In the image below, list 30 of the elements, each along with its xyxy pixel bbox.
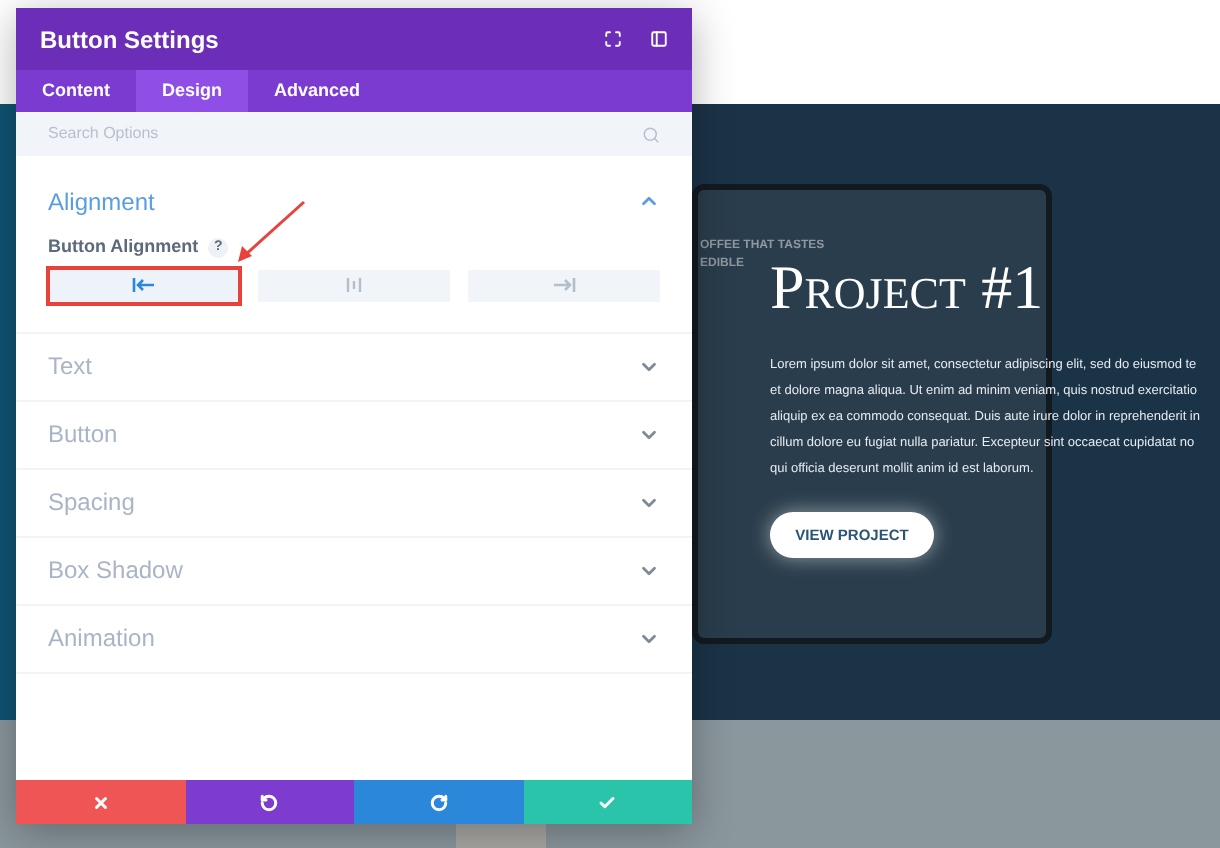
section-header[interactable]: Animation	[16, 605, 692, 671]
section-header[interactable]: Box Shadow	[16, 537, 692, 603]
field-label: Button Alignment	[48, 234, 199, 260]
save-button[interactable]	[523, 780, 692, 824]
search-field[interactable]: Search Options	[16, 112, 692, 156]
tab[interactable]: Design	[136, 70, 249, 112]
photo-placeholder	[456, 824, 546, 848]
align-right-icon	[552, 278, 576, 292]
section-header[interactable]: Button	[16, 401, 692, 467]
close-icon	[91, 793, 110, 811]
tab[interactable]: Content	[16, 70, 136, 112]
align-left-icon	[132, 278, 156, 292]
modal-title: Button Settings	[40, 23, 221, 57]
redo-icon	[429, 793, 448, 811]
undo-button[interactable]	[185, 780, 354, 824]
section-header[interactable]: Text	[16, 333, 692, 399]
redo-button[interactable]	[354, 780, 523, 824]
annotation-arrow	[232, 200, 308, 264]
section-header[interactable]: Spacing	[16, 469, 692, 535]
cancel-button[interactable]	[16, 780, 185, 824]
hero-title: Project #1	[770, 252, 1044, 324]
sidebar-icon[interactable]	[650, 30, 668, 48]
tab[interactable]: Advanced	[248, 70, 387, 112]
search-icon	[642, 125, 660, 143]
check-icon	[598, 793, 617, 811]
section-header[interactable]: Alignment	[16, 168, 692, 234]
expand-icon[interactable]	[604, 30, 622, 48]
search-input[interactable]: Search Options	[48, 122, 642, 146]
undo-icon	[260, 793, 279, 811]
align-center-icon	[346, 278, 362, 292]
